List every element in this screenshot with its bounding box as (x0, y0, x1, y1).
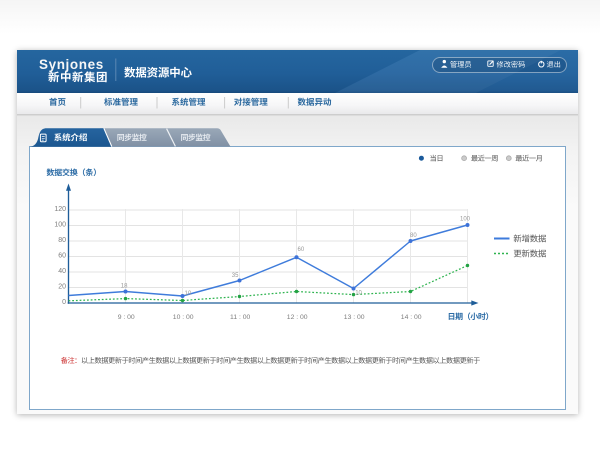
svg-text:9 : 00: 9 : 00 (118, 314, 135, 321)
svg-text:10: 10 (355, 291, 362, 297)
svg-text:0: 0 (62, 299, 66, 306)
svg-text:60: 60 (298, 247, 305, 253)
svg-text:18: 18 (121, 284, 128, 290)
svg-text:120: 120 (54, 206, 66, 213)
svg-text:100: 100 (460, 217, 471, 223)
svg-text:12 : 00: 12 : 00 (287, 314, 308, 321)
svg-text:35: 35 (232, 273, 239, 279)
svg-text:11 : 00: 11 : 00 (230, 314, 251, 321)
svg-text:10 : 00: 10 : 00 (173, 314, 194, 321)
svg-text:80: 80 (410, 233, 417, 239)
svg-text:40: 40 (58, 268, 66, 275)
svg-text:60: 60 (58, 252, 66, 259)
svg-text:100: 100 (54, 221, 66, 228)
svg-text:13 : 00: 13 : 00 (344, 314, 365, 321)
svg-text:14 : 00: 14 : 00 (401, 314, 422, 321)
svg-text:10: 10 (185, 291, 192, 297)
svg-text:20: 20 (58, 283, 66, 290)
svg-text:80: 80 (58, 237, 66, 244)
